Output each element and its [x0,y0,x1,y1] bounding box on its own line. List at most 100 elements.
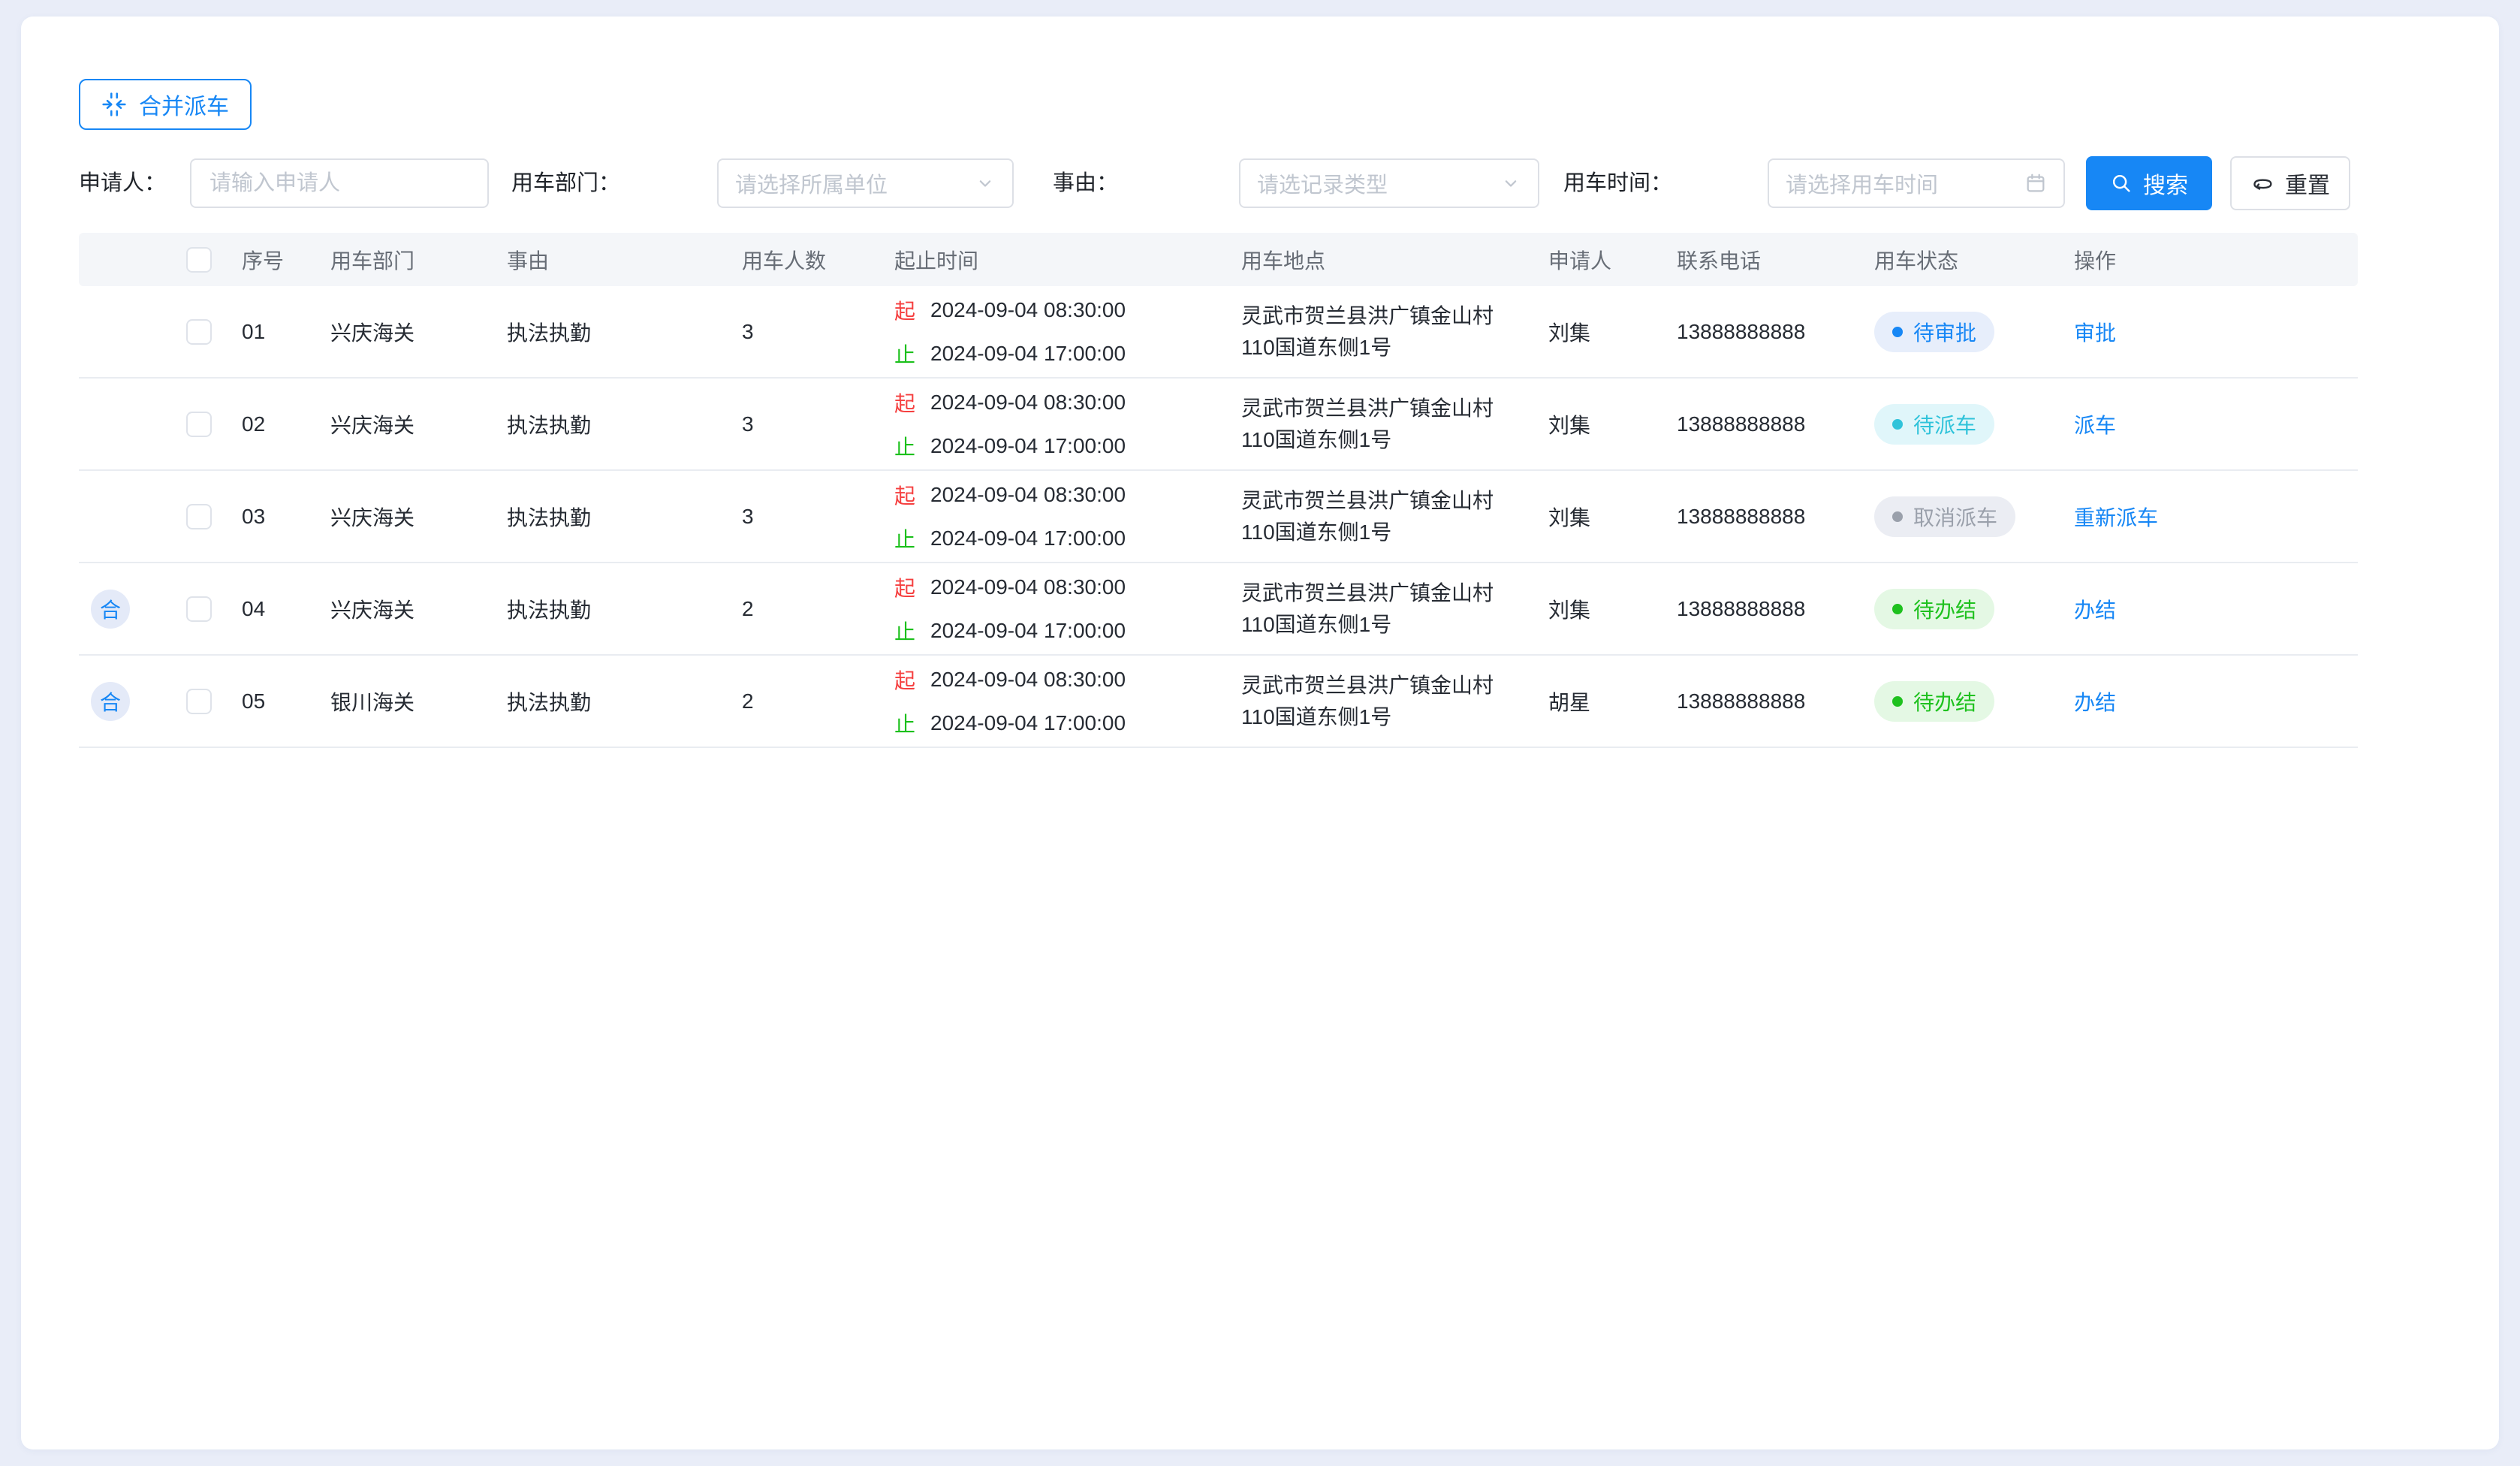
start-time: 2024-09-04 08:30:00 [930,575,1126,599]
row-checkbox[interactable] [186,504,212,529]
time-cell: 起 2024-09-04 08:30:00 止 2024-09-04 17:00… [885,664,1232,739]
status-col: 待办结 [1865,681,2065,722]
status-label: 待派车 [1913,409,1976,439]
start-prefix: 起 [894,388,915,418]
header-address: 用车地点 [1232,245,1539,275]
reason-placeholder: 请选记录类型 [1257,167,1500,199]
action-col: 审批 [2065,317,2358,347]
search-label: 搜索 [2143,167,2188,200]
table-row: 合 05 银川海关 执法执勤 2 起 2024-09-04 08:30:00 止… [79,656,2358,748]
people-count-cell: 3 [733,320,885,344]
end-prefix: 止 [894,616,915,646]
row-checkbox[interactable] [186,412,212,437]
action-link[interactable]: 办结 [2074,686,2116,716]
header-check-col [165,247,233,273]
end-time: 2024-09-04 17:00:00 [930,619,1126,643]
merge-col [79,497,165,536]
status-col: 待派车 [1865,404,2065,445]
department-cell: 兴庆海关 [321,317,498,347]
table-header: 序号 用车部门 事由 用车人数 起止时间 用车地点 申请人 联系电话 用车状态 … [79,233,2358,286]
status-label: 待办结 [1913,686,1976,716]
phone-cell: 13888888888 [1668,412,1865,436]
row-checkbox[interactable] [186,596,212,622]
chevron-down-icon [975,173,996,194]
status-col: 待办结 [1865,589,2065,629]
status-badge: 待办结 [1874,681,1994,722]
time-cell: 起 2024-09-04 08:30:00 止 2024-09-04 17:00… [885,572,1232,647]
address-line-1: 灵武市贺兰县洪广镇金山村 [1241,670,1494,701]
address-line-2: 110国道东侧1号 [1241,517,1494,548]
status-dot-icon [1892,696,1903,707]
status-dot-icon [1892,604,1903,614]
search-button[interactable]: 搜索 [2086,156,2212,210]
search-icon [2110,172,2133,195]
people-count-cell: 2 [733,689,885,713]
merge-dispatch-button[interactable]: 合并派车 [79,79,252,130]
applicant-cell: 刘集 [1539,594,1668,624]
address-line-2: 110国道东侧1号 [1241,701,1494,733]
address-line-1: 灵武市贺兰县洪广镇金山村 [1241,300,1494,332]
time-placeholder: 请选择用车时间 [1786,167,2024,199]
merge-col [79,405,165,444]
start-prefix: 起 [894,480,915,510]
department-cell: 兴庆海关 [321,409,498,439]
header-reason: 事由 [498,245,733,275]
status-badge: 取消派车 [1874,496,2015,537]
check-col [165,319,233,345]
applicant-cell: 胡星 [1539,686,1668,716]
row-number: 01 [233,320,321,344]
address-line-1: 灵武市贺兰县洪广镇金山村 [1241,485,1494,517]
row-number: 04 [233,597,321,621]
action-col: 派车 [2065,409,2358,439]
merge-badge: 合 [91,682,130,721]
end-prefix: 止 [894,708,915,738]
reason-cell: 执法执勤 [498,594,733,624]
address-line-2: 110国道东侧1号 [1241,424,1494,456]
row-checkbox[interactable] [186,689,212,714]
reason-select[interactable]: 请选记录类型 [1239,158,1539,208]
status-badge: 待派车 [1874,404,1994,445]
header-applicant: 申请人 [1539,245,1668,275]
reset-button[interactable]: 重置 [2230,156,2350,210]
status-col: 待审批 [1865,312,2065,352]
header-no: 序号 [233,245,321,275]
check-col [165,504,233,529]
header-phone: 联系电话 [1668,245,1865,275]
start-time: 2024-09-04 08:30:00 [930,298,1126,322]
applicant-cell: 刘集 [1539,409,1668,439]
end-prefix: 止 [894,431,915,461]
row-checkbox[interactable] [186,319,212,345]
address-line-1: 灵武市贺兰县洪广镇金山村 [1241,578,1494,609]
end-time: 2024-09-04 17:00:00 [930,711,1126,735]
table-row: 02 兴庆海关 执法执勤 3 起 2024-09-04 08:30:00 止 2… [79,379,2358,471]
address-cell: 灵武市贺兰县洪广镇金山村 110国道东侧1号 [1232,393,1539,456]
header-status: 用车状态 [1865,245,2065,275]
merge-col: 合 [79,682,165,721]
select-all-checkbox[interactable] [186,247,212,273]
reason-label: 事由： [1053,156,1118,210]
header-time: 起止时间 [885,245,1232,275]
applicant-cell: 刘集 [1539,317,1668,347]
action-link[interactable]: 审批 [2074,317,2116,347]
department-select[interactable]: 请选择所属单位 [717,158,1014,208]
start-time: 2024-09-04 08:30:00 [930,483,1126,507]
applicant-input[interactable] [208,170,471,197]
address-line-2: 110国道东侧1号 [1241,609,1494,641]
reason-cell: 执法执勤 [498,686,733,716]
merge-icon [101,92,127,117]
time-picker[interactable]: 请选择用车时间 [1768,158,2065,208]
applicant-cell: 刘集 [1539,502,1668,532]
action-link[interactable]: 办结 [2074,594,2116,624]
action-link[interactable]: 重新派车 [2074,502,2158,532]
merge-badge: 合 [91,590,130,629]
row-number: 02 [233,412,321,436]
status-badge: 待审批 [1874,312,1994,352]
end-time: 2024-09-04 17:00:00 [930,434,1126,458]
header-department: 用车部门 [321,245,498,275]
status-label: 取消派车 [1913,502,1997,532]
action-link[interactable]: 派车 [2074,409,2116,439]
department-placeholder: 请选择所属单位 [735,167,975,199]
address-line-1: 灵武市贺兰县洪广镇金山村 [1241,393,1494,424]
address-cell: 灵武市贺兰县洪广镇金山村 110国道东侧1号 [1232,300,1539,363]
address-line-2: 110国道东侧1号 [1241,332,1494,363]
